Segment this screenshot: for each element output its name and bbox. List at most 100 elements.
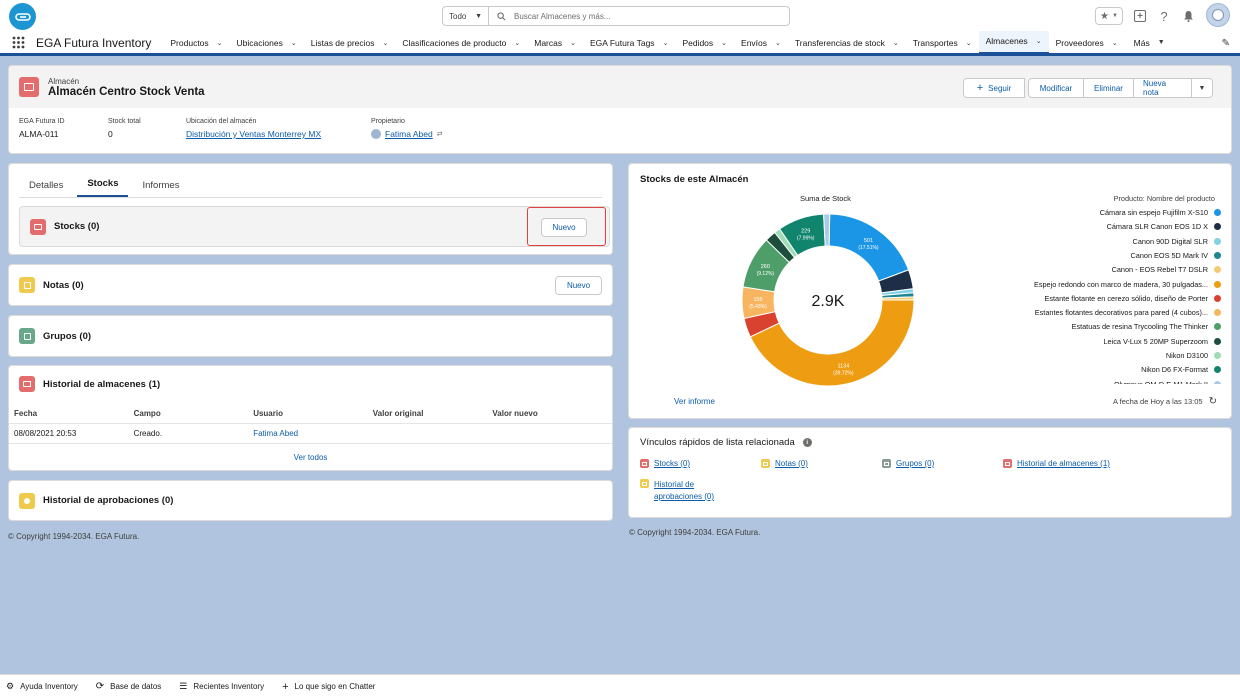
info-icon[interactable]: i — [802, 438, 812, 447]
legend-item[interactable]: Estante flotante en cerezo sólido, diseñ… — [1045, 294, 1221, 303]
legend-item[interactable]: Cámara sin espejo Fujifilm X-S10 — [1100, 208, 1221, 217]
field-label: EGA Futura ID — [19, 118, 65, 125]
chevron-down-icon[interactable]: ⌄ — [570, 39, 576, 47]
chevron-down-icon[interactable]: ⌄ — [1112, 39, 1118, 47]
legend-item[interactable]: Leica V-Lux 5 20MP Superzoom — [1103, 337, 1221, 346]
column-header[interactable]: Valor original — [373, 409, 493, 418]
column-header[interactable]: Usuario — [253, 409, 373, 418]
tab-informes[interactable]: Informes — [132, 180, 189, 197]
view-report-link[interactable]: Ver informe — [674, 397, 715, 406]
caret-down-icon: ▼ — [475, 12, 482, 20]
chevron-down-icon[interactable]: ⌄ — [383, 39, 389, 47]
quick-link-grupos[interactable]: Grupos (0) — [882, 459, 934, 468]
legend-item[interactable]: Canon 90D Digital SLR — [1133, 237, 1221, 246]
chevron-down-icon[interactable]: ⌄ — [514, 39, 520, 47]
table-header-row: Fecha Campo Usuario Valor original Valor… — [9, 404, 612, 424]
delete-button[interactable]: Eliminar — [1083, 78, 1134, 98]
nav-item-marcas[interactable]: Marcas ⌄ — [527, 32, 583, 53]
footer-recent[interactable]: ☰ Recientes Inventory — [179, 681, 264, 692]
user-avatar[interactable] — [1206, 3, 1230, 27]
legend-item[interactable]: Nikon D6 FX-Format — [1141, 365, 1221, 374]
chart-card-title: Stocks de este Almacén — [640, 174, 749, 185]
nav-item-pedidos[interactable]: Pedidos ⌄ — [675, 32, 734, 53]
footer-label: Lo que sigo en Chatter — [294, 682, 376, 691]
edit-nav-button[interactable]: ✎ — [1222, 38, 1230, 49]
utility-bar: ⚙ Ayuda Inventory ⟳ Base de datos ☰ Reci… — [0, 674, 1240, 698]
nav-item-productos[interactable]: Productos ⌄ — [163, 32, 229, 53]
global-header: Todo ▼ Buscar Almacenes y más... ★ ▼ + ? — [0, 0, 1240, 32]
nav-item-almacenes[interactable]: Almacenes ⌄ — [978, 30, 1049, 55]
chevron-down-icon[interactable]: ⌄ — [217, 39, 223, 47]
tab-detalles[interactable]: Detalles — [19, 180, 73, 197]
notes-title: Notas (0) — [43, 279, 84, 291]
new-note-list-button[interactable]: Nuevo — [555, 276, 602, 295]
search-scope-select[interactable]: Todo ▼ — [443, 7, 489, 25]
quick-link-historial[interactable]: Historial de almacenes (1) — [1003, 459, 1110, 468]
refresh-icon[interactable]: ↻ — [1209, 396, 1217, 407]
global-actions-button[interactable]: + — [1131, 7, 1149, 25]
legend-item[interactable]: Olympus OM-D E-M1 Mark II — [1114, 380, 1221, 384]
pencil-icon: ✎ — [1221, 38, 1230, 49]
notifications-button[interactable] — [1180, 7, 1196, 25]
nav-item-listas-de-precios[interactable]: Listas de precios ⌄ — [304, 32, 396, 53]
nav-item-ega-futura-tags[interactable]: EGA Futura Tags ⌄ — [583, 32, 675, 53]
highlight-field-id: EGA Futura ID ALMA-011 — [19, 118, 65, 139]
app-launcher[interactable] — [0, 36, 36, 49]
nav-item-transportes[interactable]: Transportes ⌄ — [906, 32, 979, 53]
chevron-down-icon[interactable]: ⌄ — [775, 39, 781, 47]
footer-database[interactable]: ⟳ Base de datos — [96, 681, 162, 692]
favorites-button[interactable]: ★ ▼ — [1095, 7, 1123, 25]
legend-label: Olympus OM-D E-M1 Mark II — [1114, 380, 1208, 384]
nav-more[interactable]: Más ▼ — [1127, 32, 1172, 53]
donut-chart[interactable]: 501(17.51%) 1134(39.72%) 155(5.43%) 260(9.1… — [733, 205, 923, 395]
location-link[interactable]: Distribución y Ventas Monterrey MX — [186, 129, 321, 139]
quick-link-label: Historial de almacenes (1) — [1017, 459, 1110, 468]
legend-item[interactable]: Estatuas de resina Trycooling The Thinke… — [1072, 322, 1221, 331]
help-button[interactable]: ? — [1156, 7, 1172, 25]
nav-item-ubicaciones[interactable]: Ubicaciones ⌄ — [230, 32, 304, 53]
nav-item-env-os[interactable]: Envíos ⌄ — [734, 32, 788, 53]
tabs-card: Detalles Stocks Informes Stocks (0) Nuev… — [8, 163, 613, 255]
donut-slice[interactable] — [823, 213, 831, 247]
footer-chatter[interactable]: + Lo que sigo en Chatter — [282, 681, 375, 693]
nav-item-transferencias-de-stock[interactable]: Transferencias de stock ⌄ — [788, 32, 906, 53]
edit-button[interactable]: Modificar — [1028, 78, 1084, 98]
legend-label: Espejo redondo con marco de madera, 30 p… — [1033, 279, 1208, 289]
chevron-down-icon[interactable]: ⌄ — [291, 39, 297, 47]
chevron-down-icon[interactable]: ⌄ — [893, 39, 899, 47]
legend-item[interactable]: Canon EOS 5D Mark IV — [1131, 251, 1221, 260]
search-scope-label: Todo — [449, 11, 467, 21]
legend-item[interactable]: Canon - EOS Rebel T7 DSLR — [1112, 265, 1221, 274]
nav-item-clasificaciones-de-producto[interactable]: Clasificaciones de producto ⌄ — [395, 32, 527, 53]
legend-swatch — [1214, 380, 1221, 384]
new-note-button[interactable]: Nueva nota — [1133, 78, 1192, 98]
tab-stocks[interactable]: Stocks — [77, 178, 129, 197]
field-label: Propietario — [371, 118, 405, 125]
search-input[interactable]: Buscar Almacenes y más... — [489, 12, 789, 21]
chevron-down-icon[interactable]: ⌄ — [663, 39, 669, 47]
quick-link-notas[interactable]: Notas (0) — [761, 459, 808, 468]
change-owner-icon[interactable]: ⇄ — [437, 130, 443, 138]
chevron-down-icon[interactable]: ⌄ — [1036, 37, 1042, 45]
history-icon — [1003, 459, 1012, 468]
cell-usuario-link[interactable]: Fatima Abed — [253, 429, 373, 438]
legend-item[interactable]: Cámara SLR Canon EOS 1D X — [1107, 222, 1221, 231]
quick-link-stocks[interactable]: Stocks (0) — [640, 459, 690, 468]
legend-item[interactable]: Espejo redondo con marco de madera, 30 p… — [1034, 280, 1221, 289]
column-header[interactable]: Valor nuevo — [492, 409, 612, 418]
nav-item-proveedores[interactable]: Proveedores ⌄ — [1049, 32, 1125, 53]
follow-button[interactable]: + Seguir — [963, 78, 1025, 98]
chevron-down-icon[interactable]: ⌄ — [721, 39, 727, 47]
column-header[interactable]: Fecha — [14, 409, 134, 418]
more-actions-button[interactable]: ▼ — [1191, 78, 1213, 98]
nav-more-label: Más — [1133, 37, 1150, 48]
chevron-down-icon[interactable]: ⌄ — [966, 39, 972, 47]
legend-item[interactable]: Nikon D3100 — [1166, 351, 1221, 360]
quick-link-aprobaciones[interactable]: Historial de aprobaciones (0) — [640, 479, 724, 503]
owner-link[interactable]: Fatima Abed — [385, 129, 433, 139]
legend-item[interactable]: Estantes flotantes decorativos para pare… — [1035, 308, 1221, 317]
column-header[interactable]: Campo — [134, 409, 254, 418]
view-all-link[interactable]: Ver todos — [294, 453, 328, 462]
footer-help[interactable]: ⚙ Ayuda Inventory — [6, 681, 78, 692]
legend-label: Leica V-Lux 5 20MP Superzoom — [1103, 336, 1208, 346]
